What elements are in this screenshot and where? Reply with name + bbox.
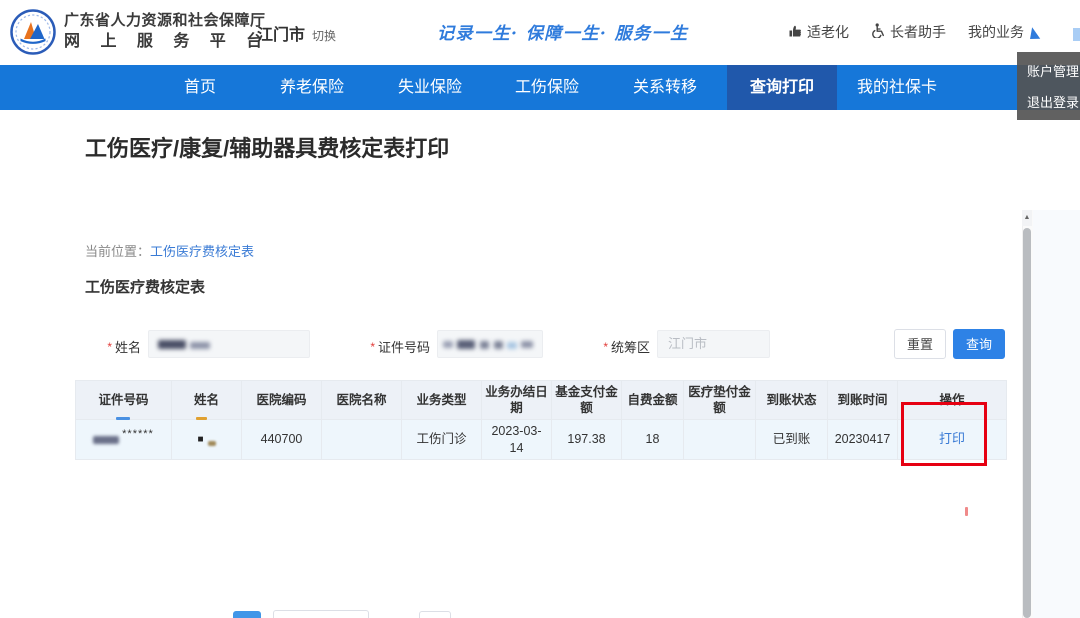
section-title: 工伤医疗费核定表 (85, 276, 205, 297)
pagination-goto-input[interactable] (419, 611, 451, 618)
scrollbar-up-arrow[interactable]: ▲ (1022, 210, 1032, 226)
col-header-hospital-name: 医院名称 (322, 380, 402, 420)
pagination: 共1条 1 10条/页 前往 页 (188, 610, 476, 618)
breadcrumb-current-link[interactable]: 工伤医疗费核定表 (150, 244, 254, 259)
cell-name: ■ (172, 420, 242, 460)
cell-arrive-time: 20230417 (828, 420, 898, 460)
org-name: 广东省人力资源和社会保障厅 (64, 11, 270, 31)
required-mark: * (603, 340, 608, 354)
elder-mode-label: 适老化 (807, 22, 849, 42)
page-size-select[interactable]: 10条/页 (273, 610, 369, 618)
col-header-advance-amount: 医疗垫付金额 (684, 380, 756, 420)
cell-id: ****** (75, 420, 172, 460)
table-row: ****** ■ 440700 工伤门诊 2023-03-14 197.38 1… (75, 420, 1007, 460)
col-header-hospital-code: 医院编码 (242, 380, 322, 420)
col-header-fund-amount: 基金支付金额 (552, 380, 622, 420)
cell-arrive-status: 已到账 (756, 420, 828, 460)
nav-item-social-card[interactable]: 我的社保卡 (857, 65, 937, 110)
page: 广东省人力资源和社会保障厅 网 上 服 务 平 台 江门市切换 记录一生· 保障… (0, 0, 1080, 618)
elder-mode-button[interactable]: 适老化 (788, 22, 849, 42)
region-field-label: *统筹区 (592, 337, 650, 356)
elder-assistant-label: 长者助手 (890, 22, 946, 42)
platform-name: 网 上 服 务 平 台 (64, 31, 270, 53)
col-header-settle-date: 业务办结日期 (482, 380, 552, 420)
elder-assistant-button[interactable]: 长者助手 (871, 22, 946, 42)
breadcrumb-prefix: 当前位置： (85, 244, 150, 259)
nav-item-query-print[interactable]: 查询打印 (727, 65, 837, 110)
id-field-label: *证件号码 (352, 337, 430, 356)
cell-advance-amount (684, 420, 756, 460)
nav-item-home[interactable]: 首页 (184, 65, 216, 110)
nav-item-unemployment[interactable]: 失业保险 (398, 65, 462, 110)
thumb-up-icon (788, 24, 802, 41)
cursor-icon (1030, 27, 1042, 41)
results-table: 证件号码 姓名 医院编码 医院名称 业务类型 业务办结日期 基金支付金额 自费金… (75, 380, 1007, 460)
col-header-arrive-time: 到账时间 (828, 380, 898, 420)
top-header: 广东省人力资源和社会保障厅 网 上 服 务 平 台 江门市切换 记录一生· 保障… (0, 0, 1080, 65)
name-field-label: *姓名 (85, 337, 141, 356)
cell-business-type: 工伤门诊 (402, 420, 482, 460)
redacted-value (480, 341, 489, 349)
switch-city-link[interactable]: 切换 (312, 29, 336, 43)
menu-item-logout[interactable]: 退出登录 (1017, 86, 1080, 117)
pagination-page-1-button[interactable]: 1 (233, 611, 261, 618)
redacted-value (208, 441, 216, 446)
name-input[interactable] (148, 330, 310, 358)
right-background-strip (1033, 210, 1080, 618)
required-mark: * (370, 340, 375, 354)
scrollbar-thumb[interactable] (1023, 228, 1031, 618)
wheelchair-icon (871, 23, 885, 41)
current-city: 江门市 (257, 27, 305, 44)
menu-item-account-manage[interactable]: 账户管理 (1017, 55, 1080, 86)
red-artifact-dot (965, 507, 968, 516)
redacted-value: ■ (197, 433, 203, 446)
cell-hospital-code: 440700 (242, 420, 322, 460)
region-input[interactable]: 江门市 (657, 330, 770, 358)
redacted-value (521, 341, 533, 348)
gov-logo-icon (10, 9, 56, 55)
site-slogan: 记录一生· 保障一生· 服务一生 (437, 19, 689, 44)
nav-item-pension[interactable]: 养老保险 (280, 65, 344, 110)
cell-self-amount: 18 (622, 420, 684, 460)
reset-button[interactable]: 重置 (894, 329, 946, 359)
redacted-value (158, 340, 186, 349)
col-header-action: 操作 (898, 380, 1007, 420)
redacted-value (507, 342, 517, 349)
edge-artifact (1073, 28, 1080, 41)
region-value: 江门市 (658, 331, 769, 357)
nav-item-injury[interactable]: 工伤保险 (515, 65, 579, 110)
redacted-value (190, 342, 210, 349)
cell-settle-date: 2023-03-14 (482, 420, 552, 460)
nav-item-transfer[interactable]: 关系转移 (633, 65, 697, 110)
redacted-value (443, 341, 453, 348)
required-mark: * (107, 340, 112, 354)
header-actions: 适老化 长者助手 我的业务 (788, 22, 1024, 42)
my-business-label: 我的业务 (968, 22, 1024, 42)
redacted-value (93, 436, 119, 444)
cell-fund-amount: 197.38 (552, 420, 622, 460)
col-header-id: 证件号码 (75, 380, 172, 420)
site-name: 广东省人力资源和社会保障厅 网 上 服 务 平 台 (64, 11, 270, 53)
my-business-button[interactable]: 我的业务 (968, 22, 1024, 42)
account-dropdown-menu: 账户管理 退出登录 (1017, 52, 1080, 120)
search-button[interactable]: 查询 (953, 329, 1005, 359)
breadcrumb: 当前位置：工伤医疗费核定表 (85, 241, 254, 260)
redacted-value (457, 340, 475, 349)
col-header-self-amount: 自费金额 (622, 380, 684, 420)
page-title: 工伤医疗/康复/辅助器具费核定表打印 (85, 131, 449, 163)
cell-hospital-name (322, 420, 402, 460)
city-selector: 江门市切换 (257, 21, 336, 45)
col-header-business-type: 业务类型 (402, 380, 482, 420)
main-nav: 首页 养老保险 失业保险 工伤保险 关系转移 查询打印 我的社保卡 (0, 65, 1080, 110)
col-header-arrive-status: 到账状态 (756, 380, 828, 420)
cell-action: 打印 (898, 420, 1007, 460)
redacted-value (494, 341, 503, 349)
table-header-row: 证件号码 姓名 医院编码 医院名称 业务类型 业务办结日期 基金支付金额 自费金… (75, 380, 1007, 420)
print-link[interactable]: 打印 (939, 431, 965, 448)
col-header-name: 姓名 (172, 380, 242, 420)
id-input[interactable] (437, 330, 543, 358)
